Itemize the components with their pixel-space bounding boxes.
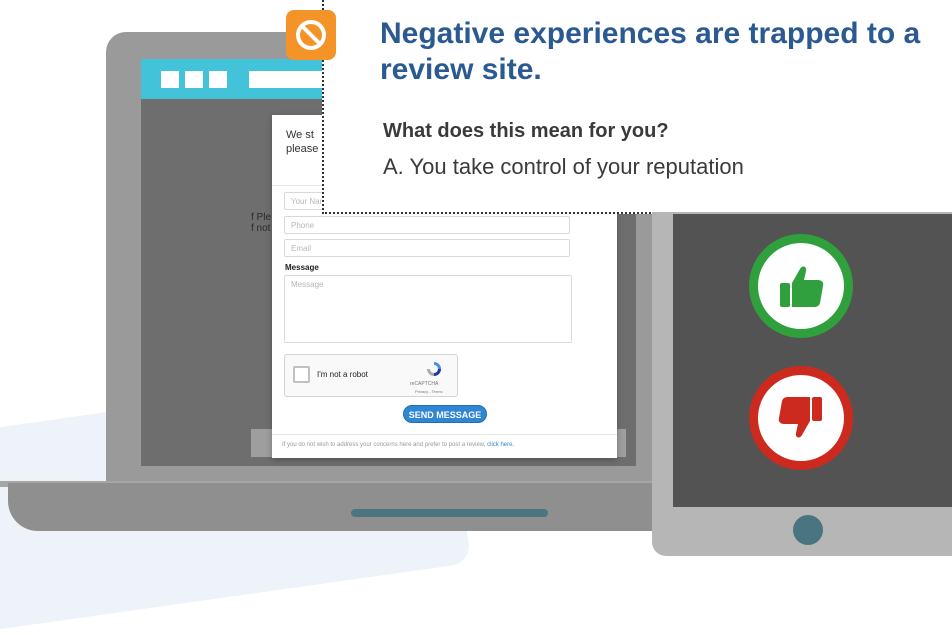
message-label: Message (285, 263, 319, 272)
message-textarea[interactable]: Message (284, 275, 572, 343)
toolbar-block-icon (161, 71, 179, 88)
send-message-button[interactable]: SEND MESSAGE (403, 405, 487, 423)
recaptcha-checkbox[interactable] (293, 366, 310, 383)
blocked-badge (286, 10, 336, 60)
callout-title: Negative experiences are trapped to a re… (380, 17, 921, 86)
recaptcha-widget: I'm not a robot reCAPTCHA Privacy - Term… (284, 354, 458, 397)
toolbar-block-icon (209, 71, 227, 88)
email-field[interactable]: Email (284, 239, 570, 257)
laptop-base (8, 483, 688, 531)
click-here-link[interactable]: click here. (487, 442, 514, 448)
recaptcha-logo-icon (427, 362, 441, 376)
tablet-home-button[interactable] (793, 515, 823, 545)
callout-answer: A. You take control of your reputation (383, 154, 744, 179)
callout-question: What does this mean for you? (383, 120, 669, 142)
thumbs-up-icon (780, 266, 824, 307)
phone-field[interactable]: Phone (284, 216, 570, 234)
thumbs-down-icon (778, 397, 822, 438)
toolbar-block-icon (185, 71, 203, 88)
footer-text: If you do not wish to address your conce… (282, 442, 488, 448)
trackpad-bar (351, 509, 548, 517)
recaptcha-terms[interactable]: Privacy - Terms (415, 389, 442, 394)
thumbs-down-button[interactable] (749, 366, 853, 470)
blocked-icon (296, 20, 326, 50)
thumbs-up-button[interactable] (749, 234, 853, 338)
modal-footer: If you do not wish to address your conce… (272, 434, 617, 455)
recaptcha-label: I'm not a robot (317, 370, 368, 379)
recaptcha-brand: reCAPTCHA (410, 381, 439, 387)
